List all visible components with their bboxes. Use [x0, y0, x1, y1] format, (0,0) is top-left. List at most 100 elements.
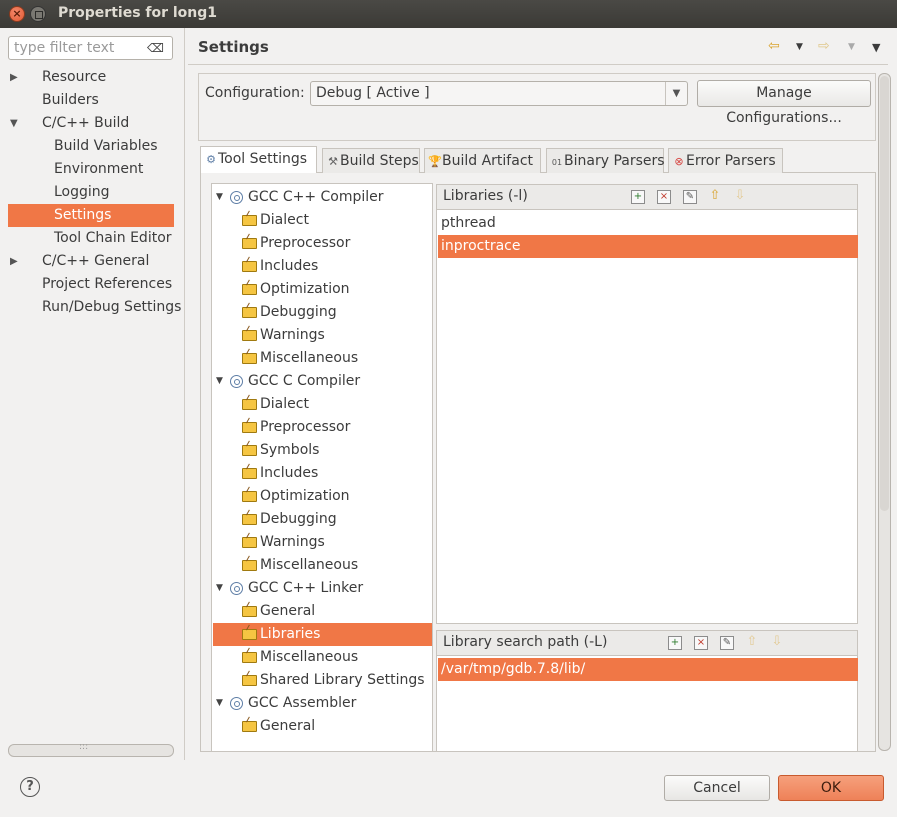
tree-node-label: Preprocessor: [260, 419, 351, 435]
move-up-icon[interactable]: ⇧: [745, 635, 759, 650]
edit-icon[interactable]: ✎: [720, 636, 734, 650]
tree-option-optimization[interactable]: Optimization: [213, 278, 432, 301]
option-folder-icon: [242, 353, 257, 364]
configuration-select[interactable]: Debug [ Active ] ▼: [310, 81, 688, 106]
move-down-icon[interactable]: ⇩: [733, 189, 747, 204]
tree-option-general[interactable]: General: [213, 715, 432, 738]
move-up-icon[interactable]: ⇧: [708, 189, 722, 204]
tree-option-includes[interactable]: Includes: [213, 255, 432, 278]
list-item[interactable]: pthread: [438, 212, 858, 235]
tab-label: Build Steps: [340, 153, 419, 169]
back-dropdown-icon[interactable]: ▼: [796, 42, 803, 52]
maximize-window-icon[interactable]: [30, 6, 46, 22]
tree-option-dialect[interactable]: Dialect: [213, 209, 432, 232]
tree-node-label: Miscellaneous: [260, 557, 359, 573]
scrollbar-thumb[interactable]: [880, 76, 889, 511]
tree-option-dialect[interactable]: Dialect: [213, 393, 432, 416]
help-icon[interactable]: ?: [20, 777, 40, 797]
nav-item-label: C/C++ Build: [42, 115, 130, 131]
nav-item-label: Tool Chain Editor: [54, 230, 172, 246]
tree-option-warnings[interactable]: Warnings: [213, 531, 432, 554]
nav-horizontal-scrollbar[interactable]: [8, 742, 174, 757]
close-window-icon[interactable]: ×: [9, 6, 25, 22]
move-down-icon[interactable]: ⇩: [770, 635, 784, 650]
tree-option-debugging[interactable]: Debugging: [213, 508, 432, 531]
expand-down-icon[interactable]: ▼: [216, 577, 223, 600]
tab-build-artifact[interactable]: 🏆Build Artifact: [424, 148, 541, 173]
expand-down-icon[interactable]: ▼: [216, 186, 223, 209]
nav-item-build-variables[interactable]: Build Variables: [8, 135, 174, 158]
libraries-title: Libraries (-l): [443, 188, 528, 204]
nav-item-project-references[interactable]: Project References: [8, 273, 174, 296]
tree-node-label: Libraries: [260, 626, 321, 642]
option-folder-icon: [242, 629, 257, 640]
expand-down-icon[interactable]: ▼: [10, 112, 18, 135]
sash-divider[interactable]: [184, 28, 185, 760]
tree-option-general[interactable]: General: [213, 600, 432, 623]
expand-down-icon[interactable]: ▼: [216, 692, 223, 715]
tab-binary-parsers[interactable]: 01 Binary Parsers: [546, 148, 665, 173]
tool-gear-icon: [230, 697, 243, 710]
tree-option-debugging[interactable]: Debugging: [213, 301, 432, 324]
tree-option-warnings[interactable]: Warnings: [213, 324, 432, 347]
nav-item-builders[interactable]: Builders: [8, 89, 174, 112]
expand-down-icon[interactable]: ▼: [216, 370, 223, 393]
tree-option-miscellaneous[interactable]: Miscellaneous: [213, 554, 432, 577]
tab-tool-settings[interactable]: ⚙ Tool Settings: [200, 146, 317, 173]
tree-tool-gcc-c-linker[interactable]: ▼ GCC C++ Linker: [213, 577, 432, 600]
tree-option-symbols[interactable]: Symbols: [213, 439, 432, 462]
tree-node-label: Warnings: [260, 327, 325, 343]
tree-tool-gcc-assembler[interactable]: ▼ GCC Assembler: [213, 692, 432, 715]
tree-node-label: Symbols: [260, 442, 320, 458]
tree-option-includes[interactable]: Includes: [213, 462, 432, 485]
option-folder-icon: [242, 514, 257, 525]
nav-item-environment[interactable]: Environment: [8, 158, 174, 181]
add-icon[interactable]: +: [631, 190, 645, 204]
tree-option-shared-library-settings[interactable]: Shared Library Settings: [213, 669, 432, 692]
tree-option-preprocessor[interactable]: Preprocessor: [213, 232, 432, 255]
nav-item-logging[interactable]: Logging: [8, 181, 174, 204]
cancel-button[interactable]: Cancel: [664, 775, 770, 801]
nav-item-label: Builders: [42, 92, 99, 108]
forward-arrow-icon[interactable]: ⇨: [818, 38, 830, 54]
ok-button[interactable]: OK: [778, 775, 884, 801]
tree-option-miscellaneous[interactable]: Miscellaneous: [213, 347, 432, 370]
page-vertical-scrollbar[interactable]: [878, 73, 891, 751]
forward-dropdown-icon[interactable]: ▼: [848, 42, 855, 52]
option-folder-icon: [242, 284, 257, 295]
option-folder-icon: [242, 675, 257, 686]
view-menu-icon[interactable]: ▼: [872, 41, 880, 54]
nav-item-c-c-general[interactable]: ▶ C/C++ General: [8, 250, 174, 273]
back-arrow-icon[interactable]: ⇦: [768, 38, 780, 54]
tree-node-label: Shared Library Settings: [260, 672, 425, 688]
nav-item-settings[interactable]: Settings: [8, 204, 174, 227]
tree-option-miscellaneous[interactable]: Miscellaneous: [213, 646, 432, 669]
chevron-down-icon[interactable]: ▼: [665, 82, 687, 105]
delete-icon[interactable]: ×: [657, 190, 671, 204]
tree-tool-gcc-c-compiler[interactable]: ▼ GCC C++ Compiler: [213, 186, 432, 209]
clear-filter-icon[interactable]: ⌫: [147, 41, 164, 55]
tree-option-libraries[interactable]: Libraries: [213, 623, 432, 646]
title-bar: × Properties for long1: [0, 0, 897, 28]
expand-right-icon[interactable]: ▶: [10, 250, 18, 273]
tree-option-preprocessor[interactable]: Preprocessor: [213, 416, 432, 439]
tree-node-label: GCC C++ Compiler: [248, 189, 384, 205]
tab-error-parsers[interactable]: ⊗ Error Parsers: [668, 148, 783, 173]
nav-item-run-debug-settings[interactable]: Run/Debug Settings: [8, 296, 181, 319]
list-item[interactable]: /var/tmp/gdb.7.8/lib/: [438, 658, 858, 681]
tab-build-steps[interactable]: ⚒ Build Steps: [322, 148, 420, 173]
add-icon[interactable]: +: [668, 636, 682, 650]
build-artifact-icon: 🏆: [428, 155, 442, 168]
tree-option-optimization[interactable]: Optimization: [213, 485, 432, 508]
option-folder-icon: [242, 330, 257, 341]
nav-item-resource[interactable]: ▶ Resource: [8, 66, 174, 89]
manage-configurations-button[interactable]: Manage Configurations...: [697, 80, 871, 126]
filter-input[interactable]: type filter text ⌫: [8, 36, 173, 60]
expand-right-icon[interactable]: ▶: [10, 66, 18, 89]
list-item[interactable]: inproctrace: [438, 235, 858, 258]
tree-tool-gcc-c-compiler[interactable]: ▼ GCC C Compiler: [213, 370, 432, 393]
delete-icon[interactable]: ×: [694, 636, 708, 650]
edit-icon[interactable]: ✎: [683, 190, 697, 204]
nav-item-c-c-build[interactable]: ▼ C/C++ Build: [8, 112, 174, 135]
nav-item-tool-chain-editor[interactable]: Tool Chain Editor: [8, 227, 174, 250]
